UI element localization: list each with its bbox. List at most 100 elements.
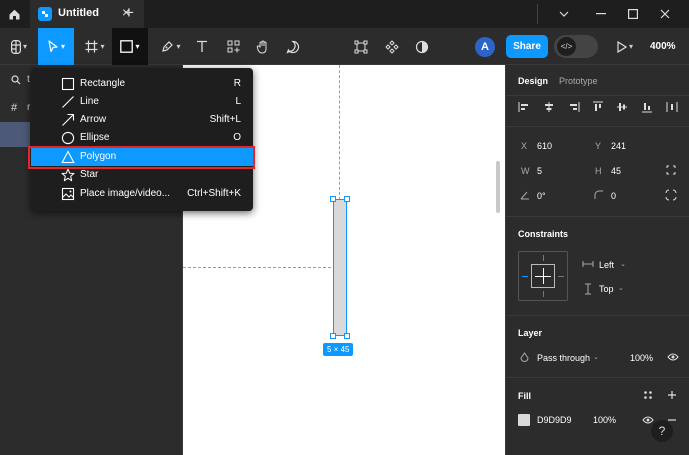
title-bar: Untitled × +: [0, 0, 689, 28]
star-icon: [61, 168, 75, 182]
dev-mode-toggle[interactable]: </>: [554, 35, 598, 58]
text-icon: [197, 40, 207, 52]
fill-color-swatch[interactable]: [518, 414, 530, 426]
avatar[interactable]: A: [475, 37, 495, 57]
divider: [506, 377, 689, 378]
toolbar: ▾ ▾ ▾ ▾ ▾ A Share </> ▾ 400%: [0, 28, 689, 65]
resize-handle-bottom-left[interactable]: [330, 333, 336, 339]
horizontal-constraint-select[interactable]: Left: [599, 260, 614, 270]
menu-item-place-image[interactable]: Place image/video... Ctrl+Shift+K: [31, 185, 253, 203]
zoom-level[interactable]: 400%: [650, 41, 676, 52]
chevron-down-icon: ⌄: [618, 285, 624, 292]
menu-item-line[interactable]: Line L: [31, 93, 253, 111]
components-icon: [227, 40, 239, 53]
home-button[interactable]: [0, 0, 28, 28]
layer-name[interactable]: r: [27, 102, 30, 113]
file-icon: [38, 7, 52, 21]
vector-edit-icon: [354, 40, 368, 53]
align-horizontal-center-icon[interactable]: [543, 101, 555, 113]
divider: [506, 315, 689, 316]
dropdown-chevron-icon[interactable]: [554, 4, 574, 24]
style-grid-icon[interactable]: [643, 390, 653, 400]
search-input[interactable]: t: [27, 74, 30, 85]
y-input[interactable]: 241: [611, 141, 626, 151]
layer-opacity-input[interactable]: 100%: [630, 353, 653, 363]
move-tool-button[interactable]: ▾: [38, 28, 74, 65]
play-icon: [617, 40, 627, 53]
minimize-button[interactable]: [591, 4, 611, 24]
divider: [506, 126, 689, 127]
text-tool-button[interactable]: [192, 28, 212, 65]
align-left-icon[interactable]: [518, 101, 530, 113]
align-bottom-icon[interactable]: [641, 101, 653, 113]
present-button[interactable]: ▾: [612, 28, 638, 65]
ellipse-icon: [61, 131, 75, 145]
corner-radius-input[interactable]: 0: [611, 191, 616, 201]
w-input[interactable]: 5: [537, 166, 542, 176]
home-icon: [9, 9, 19, 19]
align-right-icon[interactable]: [568, 101, 580, 113]
menu-item-shortcut: O: [233, 132, 241, 143]
distribute-icon[interactable]: [666, 101, 678, 113]
rotation-input[interactable]: 0°: [537, 191, 546, 201]
mask-button[interactable]: [412, 28, 432, 65]
resize-handle-bottom-right[interactable]: [344, 333, 350, 339]
main-menu-button[interactable]: ▾: [4, 28, 34, 65]
add-fill-icon[interactable]: [667, 390, 677, 400]
new-tab-button[interactable]: +: [124, 3, 134, 23]
cursor-icon: [48, 40, 58, 53]
menu-item-ellipse[interactable]: Ellipse O: [31, 129, 253, 147]
resize-handle-top-left[interactable]: [330, 196, 336, 202]
hand-tool-button[interactable]: [253, 28, 273, 65]
constraints-widget[interactable]: [518, 251, 568, 301]
selected-layer-row[interactable]: [0, 122, 30, 147]
remove-fill-icon[interactable]: [667, 419, 677, 421]
horizontal-guide: [183, 267, 331, 268]
figma-logo-icon: [10, 39, 21, 54]
constrain-proportions-icon[interactable]: [665, 164, 677, 176]
share-button[interactable]: Share: [506, 35, 548, 58]
frame-tool-button[interactable]: ▾: [80, 28, 110, 65]
align-top-icon[interactable]: [592, 101, 604, 113]
resources-button[interactable]: [223, 28, 243, 65]
vertical-scrollbar[interactable]: [496, 161, 500, 213]
comment-tool-button[interactable]: [283, 28, 303, 65]
menu-item-rectangle[interactable]: Rectangle R: [31, 75, 253, 93]
corner-radius-icon: [594, 190, 603, 199]
independent-corners-icon[interactable]: [665, 189, 677, 201]
pen-tool-button[interactable]: ▾: [156, 28, 186, 65]
selected-rectangle[interactable]: [333, 199, 347, 336]
align-vertical-center-icon[interactable]: [616, 101, 628, 113]
blend-mode-select[interactable]: Pass through: [537, 353, 590, 363]
menu-item-arrow[interactable]: Arrow Shift+L: [31, 111, 253, 129]
x-input[interactable]: 610: [537, 141, 552, 151]
image-icon: [61, 187, 75, 201]
constraints-title: Constraints: [518, 229, 569, 239]
properties-panel: Design Prototype X 610 Y 241 W 5 H 45 0°…: [505, 65, 689, 455]
menu-item-label: Rectangle: [80, 78, 126, 89]
h-input[interactable]: 45: [611, 166, 621, 176]
highlight-annotation: [28, 146, 255, 169]
y-label: Y: [595, 141, 602, 151]
pen-icon: [162, 41, 174, 52]
eye-icon[interactable]: [667, 352, 679, 362]
h-label: H: [595, 166, 602, 176]
shape-tool-button[interactable]: ▾: [112, 28, 148, 65]
edit-object-button[interactable]: [351, 28, 371, 65]
vertical-constraint-select[interactable]: Top: [599, 284, 614, 294]
code-icon: </>: [557, 37, 576, 56]
menu-item-shortcut: Shift+L: [209, 114, 241, 125]
menu-item-label: Line: [80, 96, 99, 107]
maximize-button[interactable]: [623, 4, 643, 24]
menu-item-shortcut: L: [235, 96, 241, 107]
tab-prototype[interactable]: Prototype: [559, 76, 598, 86]
resize-handle-top-right[interactable]: [344, 196, 350, 202]
menu-item-shortcut: Ctrl+Shift+K: [187, 188, 241, 199]
rectangle-tool-icon: [120, 40, 134, 53]
fill-hex-input[interactable]: D9D9D9: [537, 415, 572, 425]
tab-design[interactable]: Design: [518, 76, 548, 86]
fill-opacity-input[interactable]: 100%: [593, 415, 616, 425]
help-button[interactable]: ?: [651, 420, 673, 442]
create-component-button[interactable]: [382, 28, 402, 65]
close-window-button[interactable]: [655, 4, 675, 24]
